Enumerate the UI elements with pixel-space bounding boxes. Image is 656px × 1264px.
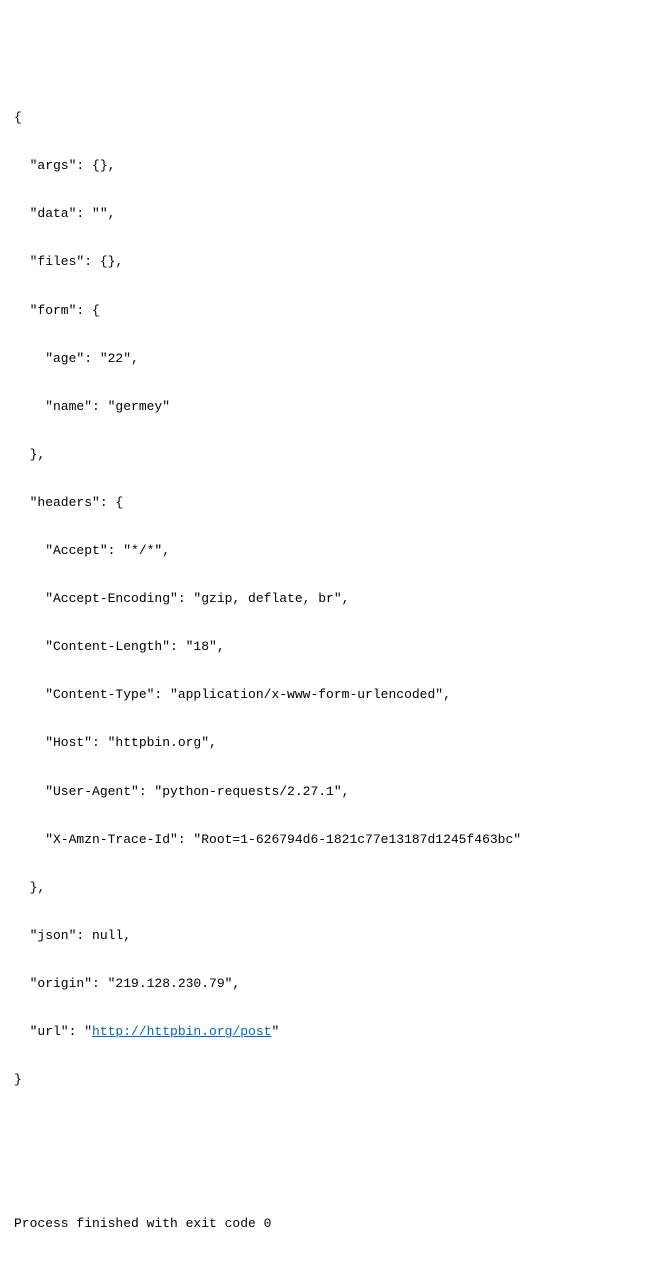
- blank-line: [14, 1164, 642, 1188]
- json-form-age: "age": "22",: [14, 347, 642, 371]
- json-form-name: "name": "germey": [14, 395, 642, 419]
- json-open-brace: {: [14, 106, 642, 130]
- json-header-accept: "Accept": "*/*",: [14, 539, 642, 563]
- json-url-suffix: ": [271, 1024, 279, 1039]
- json-form-close: },: [14, 443, 642, 467]
- json-url-prefix: "url": ": [14, 1024, 92, 1039]
- json-files: "files": {},: [14, 250, 642, 274]
- json-header-trace-id: "X-Amzn-Trace-Id": "Root=1-626794d6-1821…: [14, 828, 642, 852]
- blank-line: [14, 1116, 642, 1140]
- json-close-brace: }: [14, 1068, 642, 1092]
- json-data: "data": "",: [14, 202, 642, 226]
- json-header-user-agent: "User-Agent": "python-requests/2.27.1",: [14, 780, 642, 804]
- json-json-null: "json": null,: [14, 924, 642, 948]
- json-headers-close: },: [14, 876, 642, 900]
- json-header-host: "Host": "httpbin.org",: [14, 731, 642, 755]
- json-header-accept-encoding: "Accept-Encoding": "gzip, deflate, br",: [14, 587, 642, 611]
- json-header-content-length: "Content-Length": "18",: [14, 635, 642, 659]
- json-origin: "origin": "219.128.230.79",: [14, 972, 642, 996]
- json-headers-open: "headers": {: [14, 491, 642, 515]
- process-exit-message: Process finished with exit code 0: [14, 1212, 642, 1236]
- json-form-open: "form": {: [14, 299, 642, 323]
- json-header-content-type: "Content-Type": "application/x-www-form-…: [14, 683, 642, 707]
- json-args: "args": {},: [14, 154, 642, 178]
- url-link[interactable]: http://httpbin.org/post: [92, 1024, 271, 1039]
- json-url-line: "url": "http://httpbin.org/post": [14, 1020, 642, 1044]
